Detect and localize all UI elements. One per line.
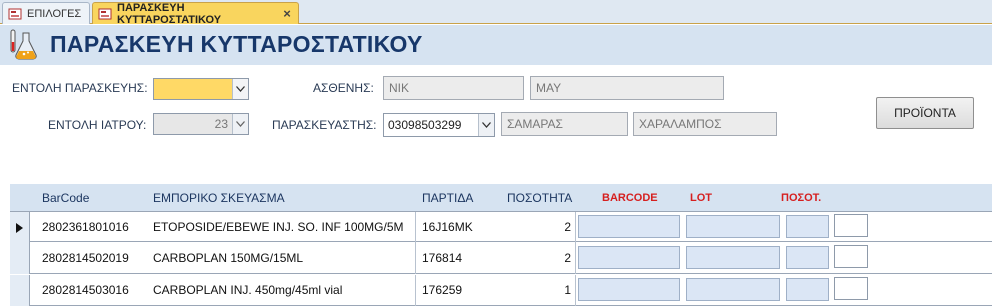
products-button[interactable]: ΠΡΟΪΟΝΤΑ (876, 97, 974, 129)
column-divider (575, 275, 576, 306)
preparer-surname-field[interactable]: ΣΑΜΑΡΑΣ (501, 112, 628, 136)
doctor-order-combo[interactable]: 23 (153, 113, 249, 135)
column-header-barcode[interactable]: BarCode (42, 191, 89, 205)
patient-first-field[interactable]: ΝΙΚ (383, 76, 524, 100)
tab-preparation[interactable]: ΠΑΡΑΣΚΕΥΗ ΚΥΤΤΑΡΟΣΤΑΤΙΚΟΥ × (92, 1, 299, 26)
row-check-box[interactable] (834, 214, 868, 237)
table-row[interactable]: 2802814502019 CARBOPLAN 150MG/15ML 17681… (10, 243, 992, 274)
page-title: ΠΑΡΑΣΚΕΥΗ ΚΥΤΤΑΡΟΣΤΑΤΙΚΟΥ (50, 31, 423, 57)
preparer-name-value: ΧΑΡΑΛΑΜΠΟΣ (639, 117, 722, 131)
redaction-mask (561, 83, 604, 95)
patient-last-value: ΜΑΥ (536, 81, 562, 95)
column-header-scan-barcode[interactable]: BARCODE (602, 192, 658, 204)
datasheet-header: BarCode ΕΜΠΟΡΙΚΟ ΣΚΕΥΑΣΜΑ ΠΑΡΤΙΔΑ ΠΟΣΟΤΗ… (10, 184, 992, 211)
scan-barcode-input[interactable] (578, 246, 680, 269)
column-header-quantity[interactable]: ΠΟΣΟΤΗΤΑ (507, 191, 572, 205)
redaction-mask (409, 83, 452, 95)
patient-last-field[interactable]: ΜΑΥ (530, 76, 724, 100)
patient-first-value: ΝΙΚ (389, 81, 410, 95)
product-cell[interactable]: CARBOPLAN INJ. 450mg/45ml vial (153, 283, 415, 297)
products-datasheet: BarCode ΕΜΠΟΡΙΚΟ ΣΚΕΥΑΣΜΑ ΠΑΡΤΙΔΑ ΠΟΣΟΤΗ… (10, 184, 992, 307)
chevron-down-icon[interactable] (232, 79, 248, 99)
column-header-lot[interactable]: ΠΑΡΤΙΔΑ (422, 191, 473, 205)
quantity-cell[interactable]: 1 (510, 283, 571, 297)
scan-lot-input[interactable] (686, 215, 780, 238)
preparer-surname-value: ΣΑΜΑΡΑΣ (507, 117, 563, 131)
table-row[interactable]: 2802814503016 CARBOPLAN INJ. 450mg/45ml … (10, 275, 992, 306)
row-check-box[interactable] (834, 277, 868, 300)
preparer-name-field[interactable]: ΧΑΡΑΛΑΜΠΟΣ (633, 112, 777, 136)
scan-quantity-input[interactable] (786, 215, 829, 238)
product-cell[interactable]: CARBOPLAN 150MG/15ML (153, 251, 415, 265)
lot-cell[interactable]: 16J16MK (422, 220, 473, 234)
scan-lot-input[interactable] (686, 246, 780, 269)
column-divider (575, 212, 576, 243)
form-icon (8, 7, 22, 21)
column-header-scan-lot[interactable]: LOT (690, 192, 712, 204)
quantity-cell[interactable]: 2 (510, 251, 571, 265)
table-row[interactable]: 2802361801016 ETOPOSIDE/EBEWE INJ. SO. I… (10, 211, 992, 243)
quantity-cell[interactable]: 2 (510, 220, 571, 234)
column-divider (415, 243, 416, 274)
column-divider (575, 243, 576, 274)
form-icon (98, 7, 112, 21)
products-button-label: ΠΡΟΪΟΝΤΑ (894, 106, 956, 120)
chevron-down-icon[interactable] (232, 114, 248, 134)
preparer-combo[interactable]: 03098503299 (383, 113, 495, 137)
barcode-cell[interactable]: 2802814502019 (42, 251, 129, 265)
doctor-order-value: 23 (214, 117, 228, 131)
scan-lot-input[interactable] (686, 278, 780, 301)
column-divider (415, 275, 416, 306)
preparer-label: ΠΑΡΑΣΚΕΥΑΣΤΗΣ: (272, 118, 377, 132)
record-selector-icon (16, 222, 23, 233)
column-header-product[interactable]: ΕΜΠΟΡΙΚΟ ΣΚΕΥΑΣΜΑ (153, 191, 285, 205)
lot-cell[interactable]: 176814 (422, 251, 462, 265)
scan-barcode-input[interactable] (578, 278, 680, 301)
scan-barcode-input[interactable] (578, 215, 680, 238)
lab-flask-icon (10, 29, 37, 60)
preparer-code-value: 03098503299 (388, 118, 462, 132)
record-selector[interactable] (10, 275, 30, 306)
scan-quantity-input[interactable] (786, 278, 829, 301)
barcode-cell[interactable]: 2802814503016 (42, 283, 129, 297)
chevron-down-icon[interactable] (478, 114, 494, 136)
barcode-cell[interactable]: 2802361801016 (42, 220, 129, 234)
patient-label: ΑΣΘΕΝΗΣ: (313, 81, 374, 95)
product-cell[interactable]: ETOPOSIDE/EBEWE INJ. SO. INF 100MG/5M (153, 220, 415, 234)
document-tab-strip: ΕΠΙΛΟΓΕΣ ΠΑΡΑΣΚΕΥΗ ΚΥΤΤΑΡΟΣΤΑΤΙΚΟΥ × (0, 0, 992, 26)
order-label: ΕΝΤΟΛΗ ΠΑΡΑΣΚΕΥΗΣ: (12, 81, 148, 95)
tab-options[interactable]: ΕΠΙΛΟΓΕΣ (2, 2, 90, 24)
tab-options-label: ΕΠΙΛΟΓΕΣ (27, 7, 82, 20)
record-selector[interactable] (10, 243, 30, 274)
doctor-order-label: ΕΝΤΟΛΗ ΙΑΤΡΟΥ: (48, 118, 147, 132)
row-check-box[interactable] (834, 245, 868, 268)
preparation-order-combo[interactable] (153, 78, 249, 100)
column-divider (415, 212, 416, 243)
column-header-scan-quantity[interactable]: ΠΟΣΟΤ. (781, 192, 821, 204)
record-selector[interactable] (10, 212, 30, 243)
form-header: ΠΑΡΑΣΚΕΥΗ ΚΥΤΤΑΡΟΣΤΑΤΙΚΟΥ (0, 25, 992, 65)
scan-quantity-input[interactable] (786, 246, 829, 269)
close-icon[interactable]: × (280, 7, 294, 21)
tab-preparation-label: ΠΑΡΑΣΚΕΥΗ ΚΥΤΤΑΡΟΣΤΑΤΙΚΟΥ (117, 1, 222, 26)
lot-cell[interactable]: 176259 (422, 283, 462, 297)
